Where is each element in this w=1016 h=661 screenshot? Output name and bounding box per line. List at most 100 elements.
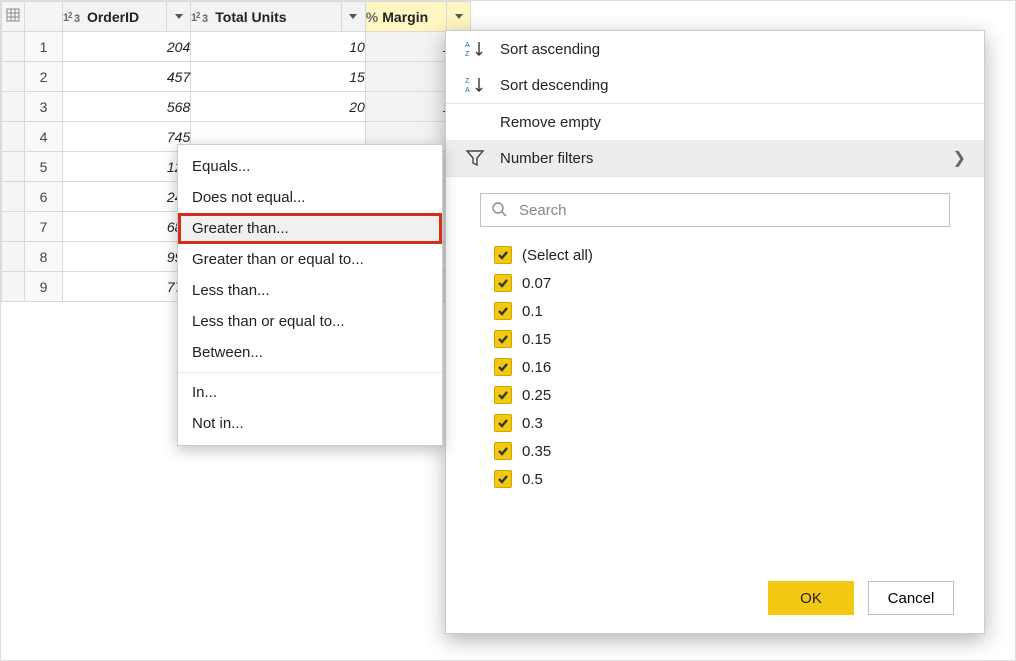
row-number: 2: [25, 62, 63, 92]
submenu-item[interactable]: Between...: [178, 337, 442, 368]
svg-text:Z: Z: [465, 51, 470, 58]
search-icon: [491, 201, 507, 220]
submenu-item[interactable]: Not in...: [178, 408, 442, 439]
checkbox-checked-icon[interactable]: [494, 442, 512, 460]
column-filter-button[interactable]: [166, 2, 190, 31]
checkbox-checked-icon[interactable]: [494, 302, 512, 320]
submenu-item[interactable]: Greater than or equal to...: [178, 244, 442, 275]
cell-total-units[interactable]: 20: [191, 92, 366, 122]
submenu-item[interactable]: Does not equal...: [178, 182, 442, 213]
checkbox-checked-icon[interactable]: [494, 386, 512, 404]
int-icon: 123: [191, 10, 211, 24]
table-row[interactable]: 2457157.0: [2, 62, 471, 92]
chevron-down-icon: [175, 14, 183, 19]
checkbox-checked-icon[interactable]: [494, 358, 512, 376]
filter-value-label: 0.1: [522, 303, 543, 320]
svg-text:3: 3: [202, 13, 208, 24]
cell-total-units[interactable]: 10: [191, 32, 366, 62]
sort-asc-icon: AZ: [464, 40, 486, 58]
filter-values-list: (Select all) 0.07 0.1 0.15 0.16 0.25 0.3 0.35 0.…: [446, 231, 984, 567]
cell-total-units[interactable]: 15: [191, 62, 366, 92]
cell-orderid[interactable]: 687: [62, 212, 190, 242]
ok-button[interactable]: OK: [768, 581, 854, 615]
filter-value-item[interactable]: 0.16: [494, 353, 950, 381]
filter-value-label: 0.16: [522, 359, 551, 376]
filter-value-label: 0.35: [522, 443, 551, 460]
checkbox-checked-icon[interactable]: [494, 414, 512, 432]
submenu-item[interactable]: Equals...: [178, 151, 442, 182]
chevron-right-icon: ❯: [953, 148, 966, 168]
column-filter-panel: AZ Sort ascending ZA Sort descending Rem…: [445, 30, 985, 634]
funnel-icon: [464, 150, 486, 166]
filter-value-item[interactable]: 0.5: [494, 465, 950, 493]
row-indicator[interactable]: [2, 122, 25, 152]
row-indicator[interactable]: [2, 212, 25, 242]
sort-descending-item[interactable]: ZA Sort descending: [446, 67, 984, 103]
svg-text:2: 2: [196, 11, 201, 20]
menu-label: Sort ascending: [500, 41, 600, 58]
cell-orderid[interactable]: 999: [62, 242, 190, 272]
sort-ascending-item[interactable]: AZ Sort ascending: [446, 31, 984, 67]
table-row[interactable]: 12041010.0: [2, 32, 471, 62]
cell-orderid[interactable]: 125: [62, 152, 190, 182]
column-header-total-units[interactable]: 123 Total Units: [191, 2, 366, 32]
number-filters-submenu: Equals...Does not equal...Greater than..…: [177, 144, 443, 446]
filter-search-box[interactable]: [480, 193, 950, 227]
column-filter-button[interactable]: [341, 2, 365, 31]
column-label: OrderID: [87, 9, 139, 25]
number-filters-item[interactable]: Number filters ❯: [446, 140, 984, 176]
submenu-item[interactable]: Less than...: [178, 275, 442, 306]
filter-value-item[interactable]: 0.07: [494, 269, 950, 297]
menu-label: Sort descending: [500, 77, 608, 94]
filter-value-item[interactable]: 0.15: [494, 325, 950, 353]
filter-search-input[interactable]: [517, 201, 939, 220]
table-icon: [6, 8, 20, 22]
cell-orderid[interactable]: 245: [62, 182, 190, 212]
checkbox-checked-icon[interactable]: [494, 246, 512, 264]
column-label: Margin: [382, 9, 428, 25]
filter-value-item[interactable]: 0.3: [494, 409, 950, 437]
menu-separator: [178, 372, 442, 373]
filter-value-item[interactable]: 0.35: [494, 437, 950, 465]
checkbox-checked-icon[interactable]: [494, 470, 512, 488]
chevron-down-icon: [455, 14, 463, 19]
menu-label: Number filters: [500, 150, 593, 167]
filter-value-label: 0.07: [522, 275, 551, 292]
row-number-header: [25, 2, 63, 32]
cell-orderid[interactable]: 457: [62, 62, 190, 92]
svg-text:A: A: [465, 42, 470, 49]
filter-value-label: 0.3: [522, 415, 543, 432]
submenu-item[interactable]: In...: [178, 377, 442, 408]
filter-value-label: 0.25: [522, 387, 551, 404]
submenu-item[interactable]: Greater than...: [178, 213, 442, 244]
row-indicator[interactable]: [2, 32, 25, 62]
cell-orderid[interactable]: 745: [62, 122, 190, 152]
filter-value-label: 0.5: [522, 471, 543, 488]
column-filter-button[interactable]: [446, 2, 470, 31]
row-indicator[interactable]: [2, 242, 25, 272]
svg-text:2: 2: [68, 11, 73, 20]
row-indicator[interactable]: [2, 152, 25, 182]
cell-orderid[interactable]: 568: [62, 92, 190, 122]
svg-text:Z: Z: [465, 78, 470, 85]
cell-orderid[interactable]: 777: [62, 272, 190, 302]
filter-value-item[interactable]: (Select all): [494, 241, 950, 269]
column-header-margin[interactable]: % Margin: [365, 2, 470, 32]
remove-empty-item[interactable]: Remove empty: [446, 104, 984, 140]
submenu-item[interactable]: Less than or equal to...: [178, 306, 442, 337]
row-indicator[interactable]: [2, 272, 25, 302]
table-corner[interactable]: [2, 2, 25, 32]
row-indicator[interactable]: [2, 92, 25, 122]
row-indicator[interactable]: [2, 182, 25, 212]
row-number: 1: [25, 32, 63, 62]
cancel-button[interactable]: Cancel: [868, 581, 954, 615]
checkbox-checked-icon[interactable]: [494, 330, 512, 348]
column-header-orderid[interactable]: 123 OrderID: [62, 2, 190, 32]
cell-orderid[interactable]: 204: [62, 32, 190, 62]
row-indicator[interactable]: [2, 62, 25, 92]
filter-value-item[interactable]: 0.1: [494, 297, 950, 325]
table-row[interactable]: 35682015.0: [2, 92, 471, 122]
filter-value-item[interactable]: 0.25: [494, 381, 950, 409]
checkbox-checked-icon[interactable]: [494, 274, 512, 292]
menu-label: Remove empty: [500, 114, 601, 131]
